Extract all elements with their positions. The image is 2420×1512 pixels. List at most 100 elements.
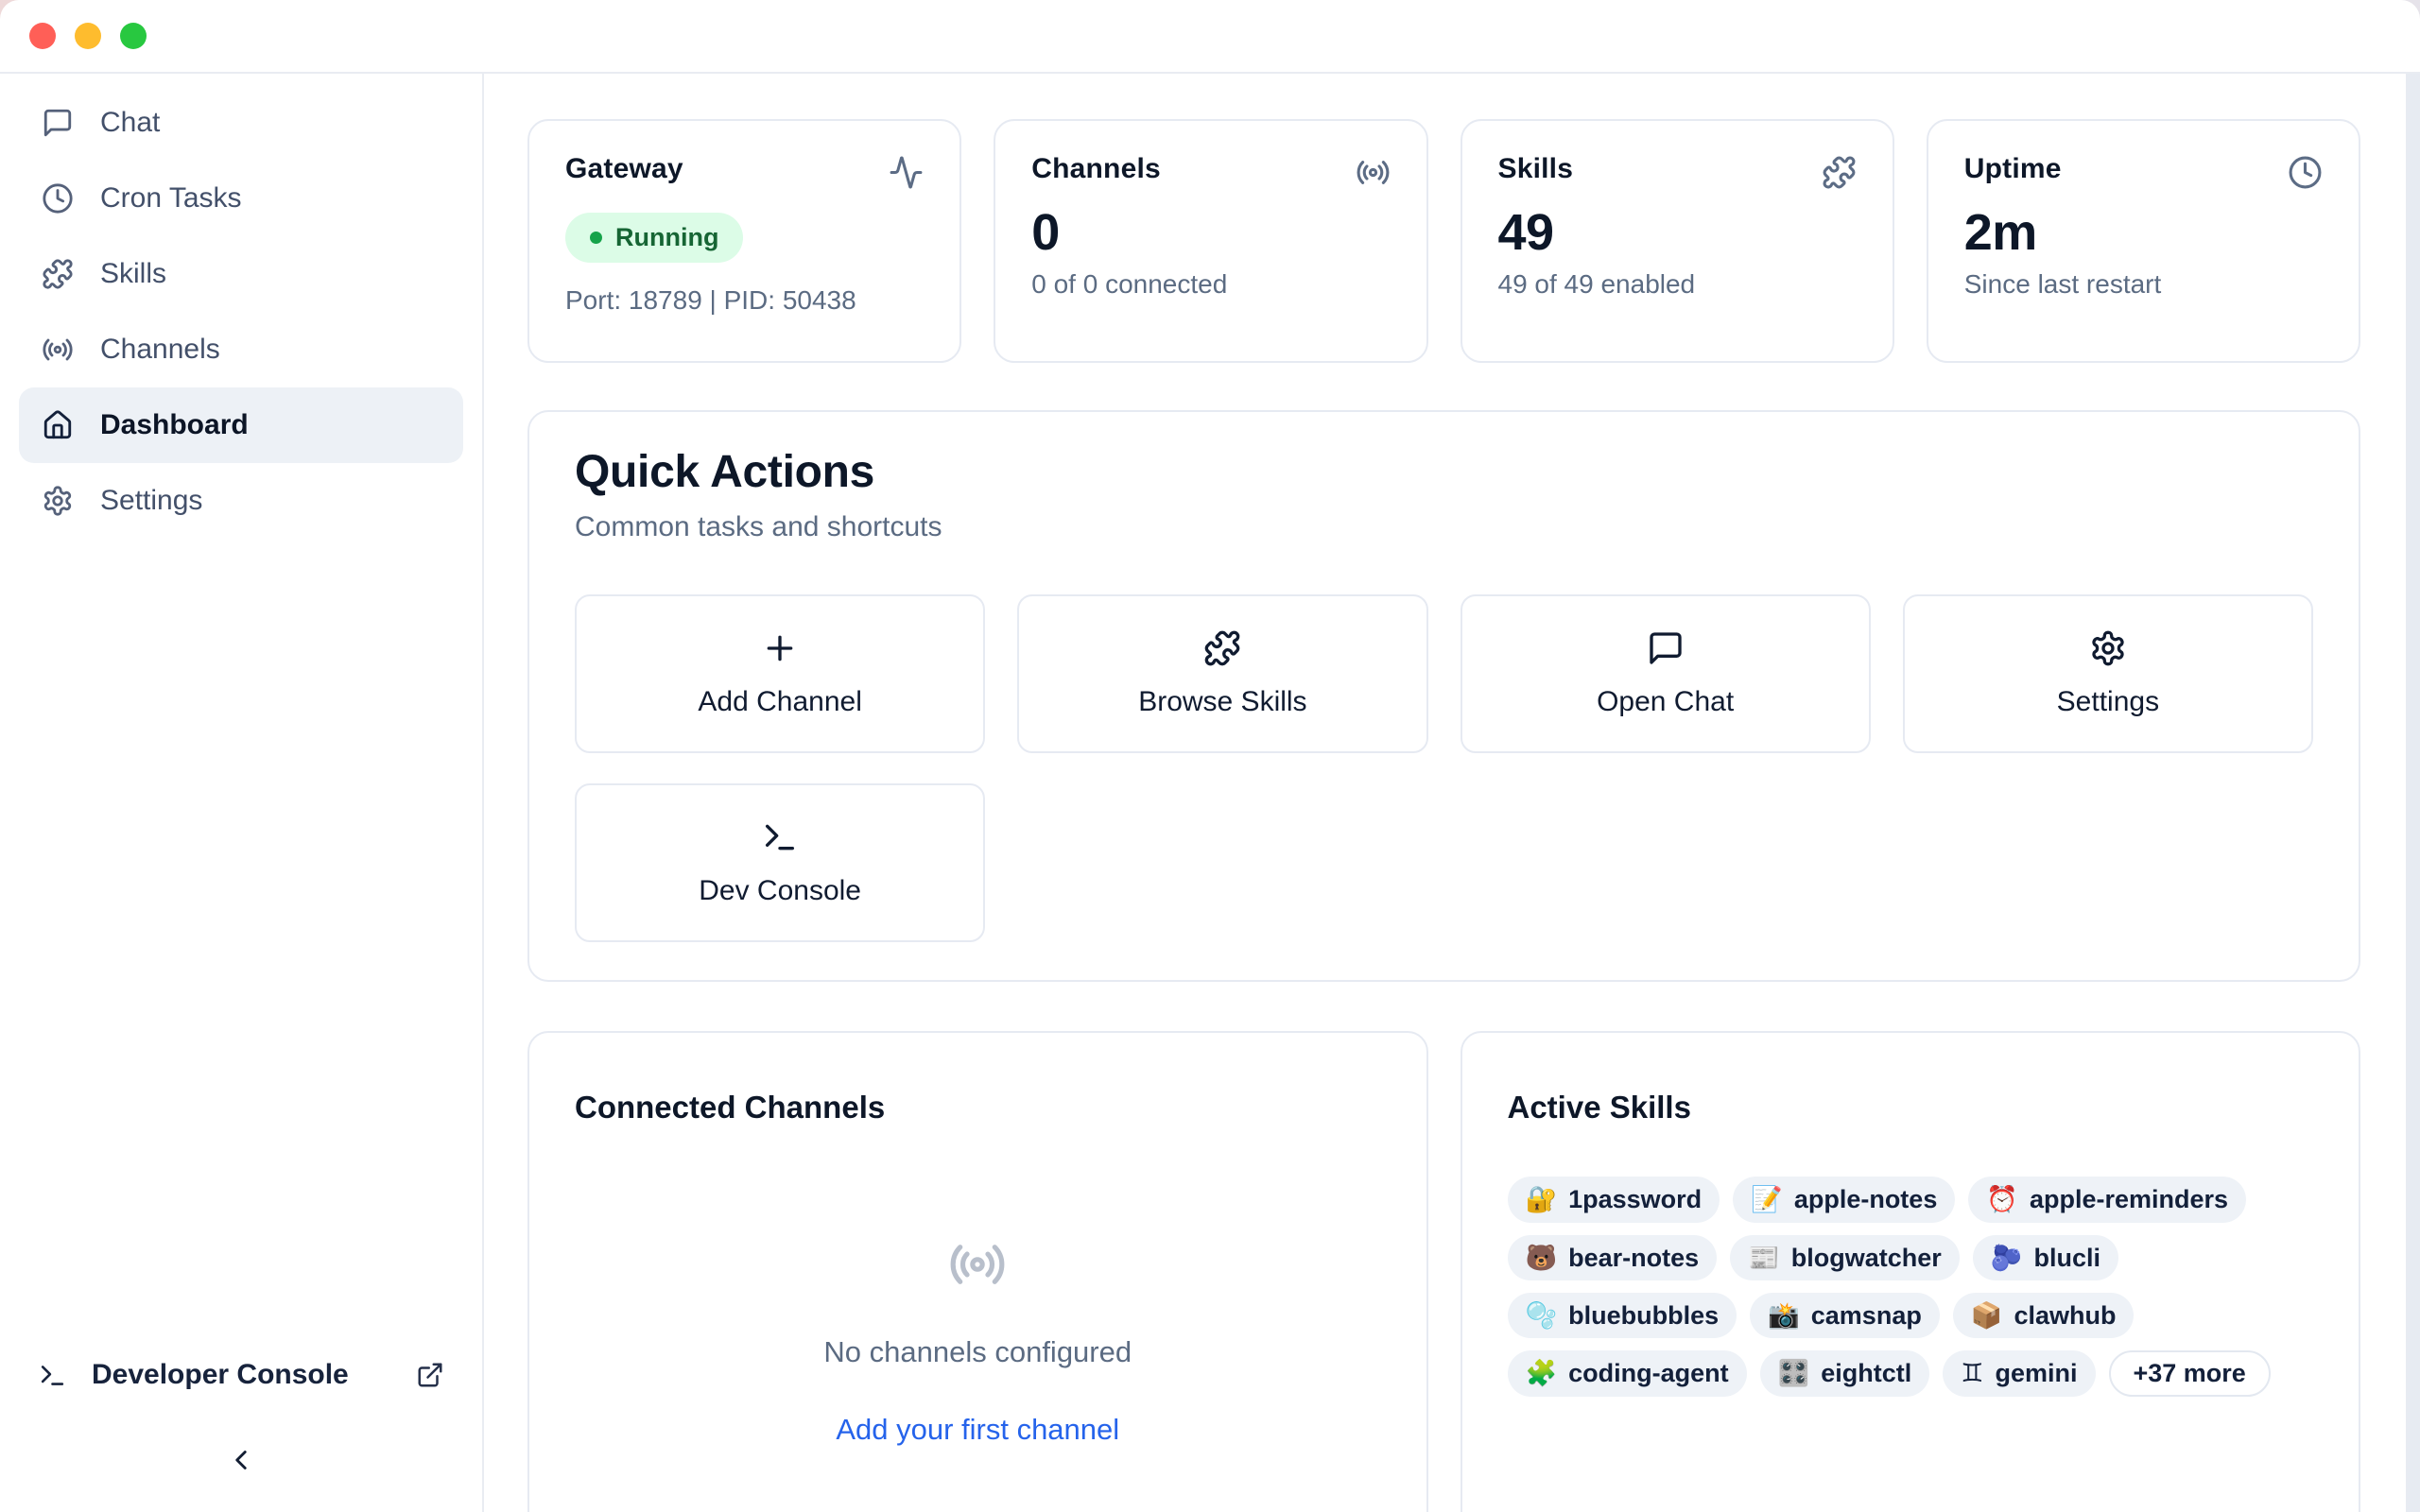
skill-chip-coding-agent[interactable]: 🧩 coding-agent [1508, 1350, 1747, 1396]
add-first-channel-link[interactable]: Add your first channel [836, 1413, 1119, 1447]
skill-emoji: ⏰ [1986, 1184, 2018, 1214]
stat-title: Channels [1031, 153, 1161, 185]
quick-actions-panel: Quick Actions Common tasks and shortcuts… [527, 410, 2360, 982]
stat-card-uptime: Uptime 2m Since last restart [1927, 119, 2360, 363]
skill-chip-apple-notes[interactable]: 📝 apple-notes [1733, 1177, 1955, 1222]
skill-chip-bear-notes[interactable]: 🐻 bear-notes [1508, 1235, 1718, 1280]
skill-chip-eightctl[interactable]: 🎛️ eightctl [1760, 1350, 1930, 1396]
skill-name: clawhub [2014, 1300, 2116, 1331]
quick-action-button-add-channel[interactable]: Add Channel [575, 594, 985, 753]
stat-detail: Since last restart [1964, 269, 2323, 300]
app-window: Chat Cron Tasks Skills Channels [0, 0, 2420, 1512]
quick-actions-subtitle: Common tasks and shortcuts [575, 511, 2313, 543]
status-label: Running [615, 223, 718, 252]
collapse-sidebar-button[interactable] [19, 1444, 463, 1476]
radio-icon [42, 334, 74, 366]
skills-chip-list: 🔐 1password 📝 apple-notes ⏰ [1508, 1177, 2314, 1397]
status-dot [590, 232, 602, 244]
skill-chip-blucli[interactable]: 🫐 blucli [1973, 1235, 2118, 1280]
sidebar-item-label: Skills [100, 258, 166, 290]
skill-chip-gemini[interactable]: ♊ gemini [1943, 1350, 2095, 1396]
chat-icon [42, 107, 74, 139]
minimize-button[interactable] [75, 23, 101, 49]
sidebar-item-channels[interactable]: Channels [19, 312, 463, 387]
skill-chip-blogwatcher[interactable]: 📰 blogwatcher [1730, 1235, 1960, 1280]
activity-icon [889, 155, 924, 190]
skill-emoji: 📸 [1768, 1300, 1800, 1331]
quick-action-label: Open Chat [1597, 686, 1734, 718]
chat-icon [1647, 629, 1685, 667]
puzzle-icon [42, 258, 74, 290]
sidebar-item-cron-tasks[interactable]: Cron Tasks [19, 161, 463, 236]
sidebar-item-chat[interactable]: Chat [19, 85, 463, 161]
skill-chip-1password[interactable]: 🔐 1password [1508, 1177, 1720, 1222]
quick-action-label: Settings [2057, 686, 2159, 718]
skill-emoji: 🧩 [1526, 1358, 1558, 1388]
more-skills-chip[interactable]: +37 more [2109, 1350, 2271, 1396]
skill-name: blogwatcher [1791, 1243, 1942, 1273]
window-content: Chat Cron Tasks Skills Channels [0, 74, 2420, 1512]
stat-card-skills: Skills 49 49 of 49 enabled [1461, 119, 1894, 363]
sidebar-item-label: Channels [100, 334, 220, 366]
quick-actions-grid: Add Channel Browse Skills Open Chat [575, 594, 2313, 942]
skill-chip-clawhub[interactable]: 📦 clawhub [1953, 1293, 2135, 1338]
stats-row: Gateway Running Port: 18789 | PID: 50438 [527, 119, 2360, 363]
channels-empty-state: No channels configured Add your first ch… [575, 1235, 1381, 1447]
skill-chip-bluebubbles[interactable]: 🫧 bluebubbles [1508, 1293, 1737, 1338]
gear-icon [42, 485, 74, 517]
quick-action-button-settings[interactable]: Settings [1903, 594, 2313, 753]
sidebar-item-label: Settings [100, 485, 202, 517]
skill-emoji: ♊ [1961, 1358, 1983, 1388]
skill-name: bluebubbles [1568, 1300, 1719, 1331]
sidebar-item-dashboard[interactable]: Dashboard [19, 387, 463, 463]
skill-chip-apple-reminders[interactable]: ⏰ apple-reminders [1968, 1177, 2246, 1222]
skill-emoji: 🔐 [1526, 1184, 1558, 1214]
puzzle-icon [1203, 629, 1241, 667]
clock-icon [42, 182, 74, 215]
quick-action-button-browse-skills[interactable]: Browse Skills [1017, 594, 1427, 753]
skill-name: gemini [1995, 1358, 2077, 1388]
radio-icon [948, 1235, 1007, 1294]
sidebar-item-skills[interactable]: Skills [19, 236, 463, 312]
sidebar-nav: Chat Cron Tasks Skills Channels [19, 85, 463, 539]
status-badge: Running [565, 213, 743, 263]
channels-empty-text: No channels configured [823, 1335, 1132, 1369]
terminal-icon [38, 1361, 67, 1390]
puzzle-icon [1822, 155, 1857, 190]
sidebar: Chat Cron Tasks Skills Channels [0, 74, 484, 1512]
active-skills-panel: Active Skills 🔐 1password 📝 [1461, 1031, 2361, 1512]
quick-action-button-dev-console[interactable]: Dev Console [575, 783, 985, 942]
sidebar-item-settings[interactable]: Settings [19, 463, 463, 539]
skill-name: apple-notes [1794, 1184, 1938, 1214]
stat-value: 49 [1498, 203, 1857, 262]
stat-title: Gateway [565, 153, 683, 185]
skill-name: 1password [1568, 1184, 1702, 1214]
zoom-button[interactable] [120, 23, 147, 49]
radio-icon [1356, 155, 1391, 190]
developer-console-button[interactable]: Developer Console [19, 1359, 463, 1391]
developer-console-label: Developer Console [92, 1359, 349, 1391]
close-button[interactable] [29, 23, 56, 49]
active-skills-title: Active Skills [1508, 1090, 2314, 1125]
skill-emoji: 📝 [1751, 1184, 1783, 1214]
main-area: Gateway Running Port: 18789 | PID: 50438 [484, 74, 2420, 1512]
bottom-row: Connected Channels No channels configure… [527, 1031, 2360, 1512]
stat-card-channels: Channels 0 0 of 0 connected [994, 119, 1427, 363]
terminal-icon [761, 818, 799, 856]
quick-action-button-open-chat[interactable]: Open Chat [1461, 594, 1871, 753]
stat-value: 0 [1031, 203, 1390, 262]
stat-title: Skills [1498, 153, 1574, 185]
stat-detail: Port: 18789 | PID: 50438 [565, 285, 924, 316]
plus-icon [761, 629, 799, 667]
chevron-left-icon [225, 1444, 257, 1476]
skill-emoji: 🎛️ [1778, 1358, 1810, 1388]
scrollbar[interactable] [2406, 74, 2420, 1512]
stat-title: Uptime [1964, 153, 2062, 185]
skill-name: blucli [2033, 1243, 2100, 1273]
skill-chip-camsnap[interactable]: 📸 camsnap [1750, 1293, 1940, 1338]
sidebar-item-label: Cron Tasks [100, 182, 242, 215]
stat-card-gateway: Gateway Running Port: 18789 | PID: 50438 [527, 119, 961, 363]
skill-emoji: 📦 [1971, 1300, 2003, 1331]
sidebar-item-label: Chat [100, 107, 160, 139]
connected-channels-title: Connected Channels [575, 1090, 1381, 1125]
